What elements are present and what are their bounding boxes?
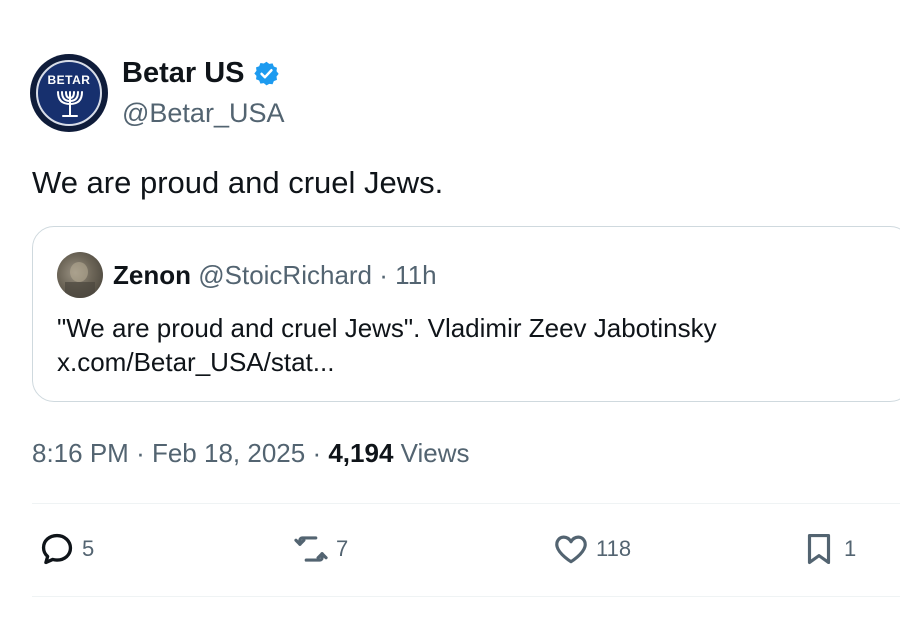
author-display-name[interactable]: Betar US xyxy=(122,57,280,90)
bookmark-button[interactable]: 1 xyxy=(800,530,856,568)
avatar-logo: BETAR xyxy=(36,60,102,126)
quoted-separator: · xyxy=(379,260,388,290)
repost-button[interactable]: 7 xyxy=(292,530,348,568)
avatar-photo-icon xyxy=(65,262,95,298)
tweet-metadata: 8:16 PM · Feb 18, 2025 · 4,194 Views xyxy=(32,438,470,469)
quoted-time[interactable]: 11h xyxy=(395,260,436,290)
like-button[interactable]: 118 xyxy=(552,530,631,568)
tweet-date[interactable]: Feb 18, 2025 xyxy=(152,438,305,468)
divider xyxy=(32,503,900,504)
reply-button[interactable]: 5 xyxy=(38,530,94,568)
repost-icon xyxy=(294,536,328,562)
meta-separator: · xyxy=(136,438,145,468)
heart-icon xyxy=(555,535,587,564)
meta-separator: · xyxy=(312,438,322,468)
like-count: 118 xyxy=(596,536,632,561)
bookmark-count: 1 xyxy=(844,536,857,561)
avatar-text: BETAR xyxy=(47,73,91,87)
quoted-tweet-text: "We are proud and cruel Jews". Vladimir … xyxy=(57,313,717,343)
tweet-text: We are proud and cruel Jews. xyxy=(32,165,444,200)
verified-badge-icon xyxy=(253,61,279,86)
quoted-tweet-card[interactable]: Zenon @StoicRichard · 11h "We are proud … xyxy=(32,226,900,402)
quoted-tweet-header: Zenon @StoicRichard · 11h xyxy=(113,260,437,291)
tweet-time[interactable]: 8:16 PM xyxy=(32,438,129,468)
quoted-author-handle[interactable]: @StoicRichard xyxy=(198,260,372,290)
quoted-tweet-body: "We are proud and cruel Jews". Vladimir … xyxy=(57,311,717,379)
reply-count: 5 xyxy=(82,536,95,561)
menorah-icon xyxy=(57,91,83,117)
bookmark-icon xyxy=(807,533,831,565)
views-count: 4,194 xyxy=(328,438,394,468)
quoted-tweet-link[interactable]: x.com/Betar_USA/stat... xyxy=(57,345,717,379)
views-label: Views xyxy=(400,438,470,468)
reply-icon xyxy=(41,533,73,565)
repost-count: 7 xyxy=(336,536,349,561)
quoted-author-avatar[interactable] xyxy=(57,252,103,298)
author-name-text[interactable]: Betar US xyxy=(122,57,245,90)
quoted-author-name[interactable]: Zenon xyxy=(113,260,191,290)
divider xyxy=(32,596,900,597)
author-handle[interactable]: @Betar_USA xyxy=(122,98,284,129)
author-avatar[interactable]: BETAR xyxy=(30,54,108,132)
